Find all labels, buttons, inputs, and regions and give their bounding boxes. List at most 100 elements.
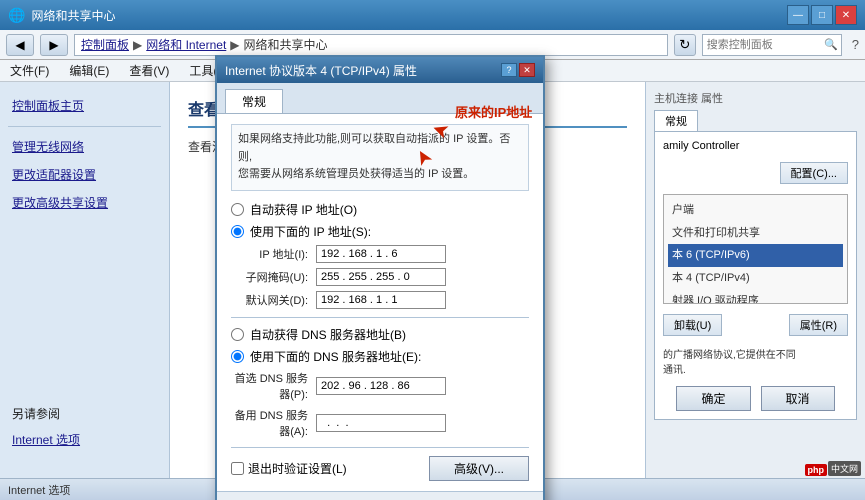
uninstall-button[interactable]: 卸载(U)	[663, 314, 722, 336]
breadcrumb-sep-1: ▶	[133, 38, 142, 52]
php-badge: php	[805, 464, 828, 476]
dialog-divider-2	[231, 447, 529, 448]
right-list-item-3[interactable]: 本 6 (TCP/IPv6)	[668, 244, 843, 267]
radio-manual-dns-label: 使用下面的 DNS 服务器地址(E):	[250, 348, 421, 365]
dialog-body: 如果网络支持此功能,则可以获取自动指派的 IP 设置。否则, 您需要从网络系统管…	[217, 114, 543, 491]
right-list: 户端 文件和打印机共享 本 6 (TCP/IPv6) 本 4 (TCP/IPv4…	[663, 194, 848, 304]
breadcrumb: 控制面板 ▶ 网络和 Internet ▶ 网络和共享中心	[74, 34, 668, 56]
breadcrumb-sep-2: ▶	[230, 38, 239, 52]
dialog-divider	[231, 317, 529, 318]
subnet-label: 子网掩码(U):	[231, 269, 316, 285]
sidebar-bottom: 另请参阅 Internet 选项	[0, 397, 169, 454]
right-cancel-button[interactable]: 取消	[761, 386, 835, 411]
right-footer: 确定 取消	[663, 386, 848, 411]
title-bar: 🌐 网络和共享中心 — □ ✕	[0, 0, 865, 30]
right-controller: amily Controller	[663, 140, 848, 152]
sidebar-item-adapter[interactable]: 更改适配器设置	[0, 161, 169, 189]
config-button[interactable]: 配置(C)...	[780, 162, 848, 184]
menu-file[interactable]: 文件(F)	[4, 60, 55, 81]
dns-pref-field-row: 首选 DNS 服务器(P):	[231, 370, 529, 402]
dialog-description: 如果网络支持此功能,则可以获取自动指派的 IP 设置。否则, 您需要从网络系统管…	[231, 124, 529, 191]
dialog-title-buttons: ? ✕	[501, 63, 535, 77]
radio-auto-dns[interactable]	[231, 328, 244, 341]
dns-alt-label: 备用 DNS 服务器(A):	[231, 407, 316, 439]
checkbox-row: 退出时验证设置(L)	[231, 460, 347, 477]
breadcrumb-item-3: 网络和共享中心	[244, 36, 328, 53]
right-list-item-4: 本 4 (TCP/IPv4)	[668, 267, 843, 290]
right-panel-body: amily Controller 配置(C)... 户端 文件和打印机共享 本 …	[654, 131, 857, 420]
dialog-help-button[interactable]: ?	[501, 63, 517, 77]
radio-auto-ip-label: 自动获得 IP 地址(O)	[250, 201, 357, 218]
dialog-desc-line1: 如果网络支持此功能,则可以获取自动指派的 IP 设置。否则,	[238, 133, 510, 163]
advanced-button[interactable]: 高级(V)...	[429, 456, 529, 481]
minimize-button[interactable]: —	[787, 5, 809, 25]
right-panel-tab[interactable]: 常规	[654, 110, 698, 131]
status-text: Internet 选项	[8, 482, 70, 498]
radio-manual-dns-row: 使用下面的 DNS 服务器地址(E):	[231, 348, 529, 365]
sidebar-item-advanced[interactable]: 更改高级共享设置	[0, 189, 169, 217]
sidebar-divider-1	[8, 126, 161, 127]
right-panel: 主机连接 属性 常规 amily Controller 配置(C)... 户端 …	[645, 82, 865, 500]
forward-button[interactable]: ▶	[40, 34, 68, 56]
right-desc: 的广播网络协议,它提供在不同通讯.	[663, 348, 848, 378]
refresh-button[interactable]: ↻	[674, 34, 696, 56]
right-list-item-2: 文件和打印机共享	[668, 222, 843, 245]
radio-auto-dns-row: 自动获得 DNS 服务器地址(B)	[231, 326, 529, 343]
dns-alt-field-row: 备用 DNS 服务器(A):	[231, 407, 529, 439]
chinese-web-badge: 中文网	[828, 461, 861, 476]
right-list-item-1: 户端	[668, 199, 843, 222]
help-icon: ?	[852, 37, 859, 52]
ip-label: IP 地址(I):	[231, 246, 316, 262]
subnet-input[interactable]	[316, 268, 446, 286]
radio-manual-ip[interactable]	[231, 225, 244, 238]
dns-pref-input[interactable]	[316, 377, 446, 395]
dialog-close-button[interactable]: ✕	[519, 63, 535, 77]
radio-manual-dns[interactable]	[231, 350, 244, 363]
back-button[interactable]: ◀	[6, 34, 34, 56]
dialog-tab-general[interactable]: 常规	[225, 89, 283, 113]
ip-input[interactable]	[316, 245, 446, 263]
radio-auto-ip[interactable]	[231, 203, 244, 216]
gateway-input[interactable]	[316, 291, 446, 309]
properties-button[interactable]: 属性(R)	[789, 314, 848, 336]
dialog-title: Internet 协议版本 4 (TCP/IPv4) 属性	[225, 62, 501, 79]
sidebar: 控制面板主页 管理无线网络 更改适配器设置 更改高级共享设置 另请参阅 Inte…	[0, 82, 170, 500]
breadcrumb-item-2[interactable]: 网络和 Internet	[146, 36, 226, 53]
menu-view[interactable]: 查看(V)	[123, 60, 175, 81]
subnet-field-row: 子网掩码(U):	[231, 268, 529, 286]
window-title: 网络和共享中心	[31, 7, 115, 24]
dns-alt-input[interactable]	[316, 414, 446, 432]
radio-auto-dns-label: 自动获得 DNS 服务器地址(B)	[250, 326, 406, 343]
sidebar-also: 另请参阅	[0, 397, 169, 426]
maximize-button[interactable]: □	[811, 5, 833, 25]
main-dialog: Internet 协议版本 4 (TCP/IPv4) 属性 ? ✕ 常规 如果网…	[215, 55, 545, 500]
sidebar-item-home[interactable]: 控制面板主页	[0, 92, 169, 120]
right-ok-button[interactable]: 确定	[676, 386, 750, 411]
sidebar-item-wireless[interactable]: 管理无线网络	[0, 133, 169, 161]
gateway-label: 默认网关(D):	[231, 292, 316, 308]
radio-manual-ip-label: 使用下面的 IP 地址(S):	[250, 223, 371, 240]
dialog-footer: 确定 取消	[217, 491, 543, 500]
radio-manual-ip-row: 使用下面的 IP 地址(S):	[231, 223, 529, 240]
search-icon: 🔍	[824, 38, 838, 51]
validate-checkbox[interactable]	[231, 462, 244, 475]
main-window: 🌐 网络和共享中心 — □ ✕ ◀ ▶ 控制面板 ▶ 网络和 Internet …	[0, 0, 865, 500]
dns-pref-label: 首选 DNS 服务器(P):	[231, 370, 316, 402]
search-input[interactable]	[702, 34, 842, 56]
radio-auto-ip-row: 自动获得 IP 地址(O)	[231, 201, 529, 218]
right-buttons: 卸载(U) 属性(R)	[663, 308, 848, 342]
dialog-desc-line2: 您需要从网络系统管理员处获得适当的 IP 设置。	[238, 168, 474, 180]
validate-label: 退出时验证设置(L)	[248, 460, 347, 477]
sidebar-item-internet[interactable]: Internet 选项	[0, 426, 169, 454]
dialog-titlebar: Internet 协议版本 4 (TCP/IPv4) 属性 ? ✕	[217, 57, 543, 83]
ip-field-row: IP 地址(I):	[231, 245, 529, 263]
title-controls: — □ ✕	[787, 5, 857, 25]
dialog-bottom-row: 退出时验证设置(L) 高级(V)...	[231, 456, 529, 481]
search-wrap: 🔍	[702, 34, 842, 56]
close-button[interactable]: ✕	[835, 5, 857, 25]
dialog-tabs: 常规	[217, 83, 543, 114]
menu-edit[interactable]: 编辑(E)	[63, 60, 115, 81]
right-config-wrap: 配置(C)...	[663, 156, 848, 190]
breadcrumb-item-1[interactable]: 控制面板	[81, 36, 129, 53]
gateway-field-row: 默认网关(D):	[231, 291, 529, 309]
